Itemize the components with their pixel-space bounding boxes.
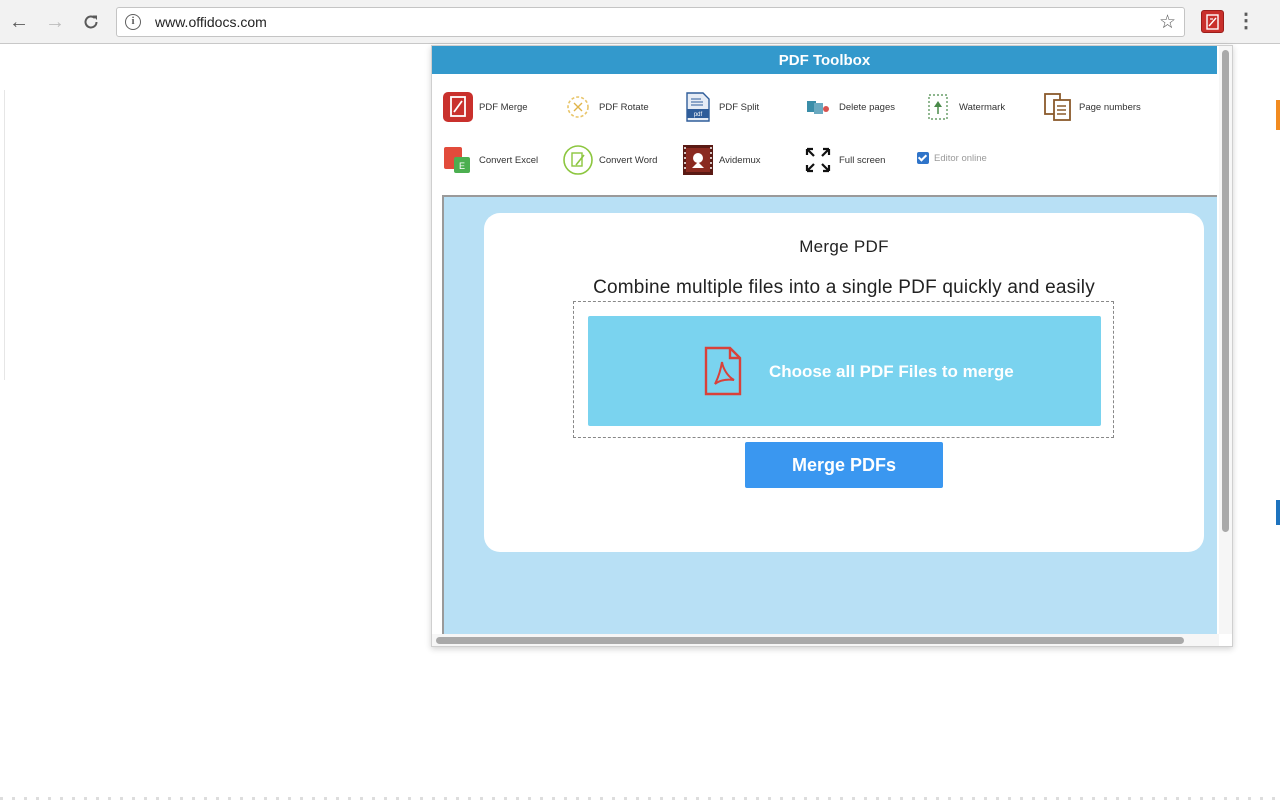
pdf-toolbox-extension-icon[interactable] (1201, 10, 1224, 33)
svg-text:E: E (459, 161, 465, 171)
browser-menu-icon[interactable]: ⋮ (1236, 11, 1256, 32)
pdf-toolbox-popup: PDF Toolbox PDF Merge PDF Rotate pdf PDF… (431, 45, 1233, 647)
tool-convert-word[interactable]: Convert Word (562, 142, 657, 178)
url-text[interactable]: www.offidocs.com (155, 14, 267, 30)
tool-label: PDF Rotate (599, 101, 649, 113)
horizontal-scrollbar[interactable] (432, 634, 1219, 646)
tool-delete-pages[interactable]: Delete pages (802, 89, 895, 125)
background-page-fragment (1276, 500, 1280, 525)
browser-toolbar: ← → i www.offidocs.com ☆ ⋮ (0, 0, 1280, 44)
page-numbers-icon (1042, 91, 1074, 123)
merge-pdfs-button[interactable]: Merge PDFs (745, 442, 943, 488)
tool-label: PDF Merge (479, 101, 528, 113)
bookmark-star-icon[interactable]: ☆ (1159, 11, 1176, 34)
choose-files-label: Choose all PDF Files to merge (769, 362, 1014, 381)
file-drop-zone[interactable]: Choose all PDF Files to merge (573, 301, 1114, 438)
tool-page-numbers[interactable]: Page numbers (1042, 89, 1141, 125)
editor-online-checkbox[interactable]: Editor online (917, 152, 987, 164)
choose-files-button[interactable]: Choose all PDF Files to merge (588, 316, 1101, 426)
convert-excel-icon: E (442, 144, 474, 176)
reload-icon[interactable] (80, 11, 102, 33)
info-icon[interactable]: i (125, 14, 141, 30)
address-bar[interactable]: i www.offidocs.com ☆ (116, 7, 1185, 37)
watermark-icon (922, 91, 954, 123)
card-title: Merge PDF (799, 237, 889, 256)
card-subtitle: Combine multiple files into a single PDF… (593, 277, 1095, 298)
tool-full-screen[interactable]: Full screen (802, 142, 885, 178)
back-icon[interactable]: ← (8, 11, 30, 33)
editor-online-label: Editor online (934, 152, 987, 164)
pdf-rotate-icon (562, 91, 594, 123)
merge-card: Merge PDF Combine multiple files into a … (484, 213, 1204, 552)
svg-text:pdf: pdf (694, 112, 703, 118)
checkbox-checked-icon[interactable] (917, 152, 929, 164)
pdf-file-icon (703, 346, 743, 401)
tool-label: Page numbers (1079, 101, 1141, 113)
delete-pages-icon (802, 91, 834, 123)
pdf-split-icon: pdf (682, 91, 714, 123)
pdf-merge-icon (442, 91, 474, 123)
merge-pdf-frame: Merge PDF Combine multiple files into a … (442, 195, 1217, 634)
popup-title: PDF Toolbox (432, 46, 1217, 74)
page-divider (4, 90, 5, 380)
tool-pdf-merge[interactable]: PDF Merge (442, 89, 528, 125)
tool-avidemux[interactable]: Avidemux (682, 142, 761, 178)
background-page-fragment (1276, 100, 1280, 130)
vertical-scrollbar[interactable] (1219, 46, 1232, 634)
avidemux-icon (682, 144, 714, 176)
tool-watermark[interactable]: Watermark (922, 89, 1005, 125)
tool-pdf-rotate[interactable]: PDF Rotate (562, 89, 649, 125)
tool-label: Full screen (839, 154, 886, 166)
forward-icon[interactable]: → (44, 11, 66, 33)
horizontal-scrollbar-thumb[interactable] (436, 637, 1184, 644)
tool-label: PDF Split (719, 101, 760, 113)
convert-word-icon (562, 144, 594, 176)
tool-label: Delete pages (839, 101, 895, 113)
tool-label: Watermark (959, 101, 1006, 113)
tool-convert-excel[interactable]: E Convert Excel (442, 142, 538, 178)
fullscreen-icon (802, 144, 834, 176)
tool-pdf-split[interactable]: pdf PDF Split (682, 89, 759, 125)
vertical-scrollbar-thumb[interactable] (1222, 50, 1229, 532)
tool-grid: PDF Merge PDF Rotate pdf PDF Split Delet… (432, 74, 1217, 194)
tool-label: Avidemux (719, 154, 761, 166)
tool-label: Convert Word (599, 154, 658, 166)
tool-label: Convert Excel (479, 154, 539, 166)
